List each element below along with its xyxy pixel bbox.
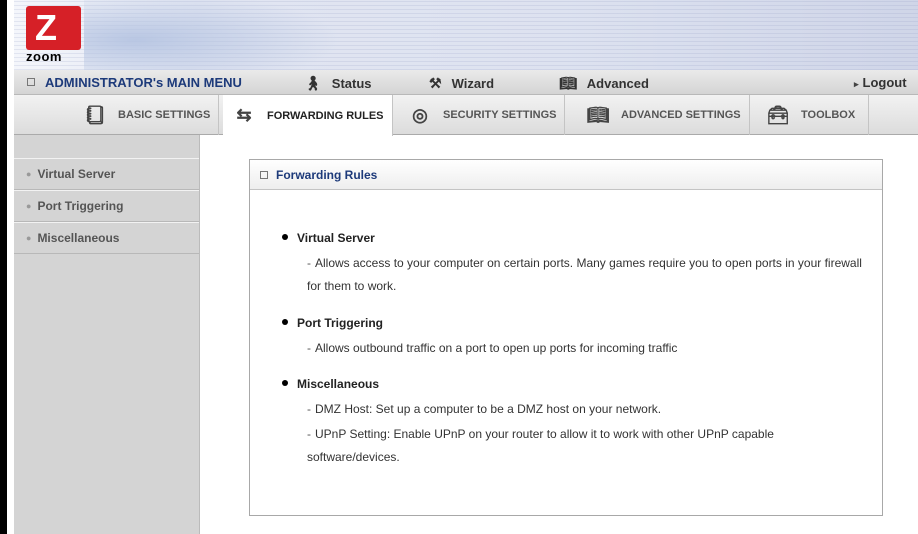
tab-label: BASIC SETTINGS [118, 109, 211, 121]
bullet-icon [282, 380, 288, 386]
advanced-label: Advanced [586, 76, 649, 91]
shield-icon: ◎ [412, 104, 428, 125]
section-title: Port Triggering [297, 316, 384, 330]
bullet-icon: ● [26, 233, 32, 243]
wizard-icon: ⚒ [429, 75, 442, 91]
logout-link[interactable]: ▸ Logout [854, 75, 907, 90]
panel-body: Virtual Server - Allows access to your co… [250, 191, 882, 515]
bullet-icon [282, 319, 288, 325]
logo-word: zoom [26, 49, 62, 64]
sidebar-item-label: Port Triggering [37, 199, 124, 213]
logo-badge: Z [26, 6, 81, 50]
description-line: DMZ Host: Set up a computer to be a DMZ … [315, 402, 662, 416]
forwarding-rules-panel: Forwarding Rules Virtual Server - Allows … [249, 159, 883, 516]
main-menubar: ADMINISTRATOR's MAIN MENU 🚶︎ Status ⚒ Wiza… [14, 70, 918, 95]
tab-advanced-settings[interactable]: 📖︎ ADVANCED SETTINGS [577, 95, 750, 135]
zoom-logo[interactable]: Z zoom [26, 6, 81, 64]
sidebar-item-miscellaneous[interactable]: ● Miscellaneous [14, 222, 199, 254]
sidebar-item-label: Virtual Server [37, 167, 116, 181]
arrows-icon: ⇆ [236, 105, 252, 125]
logout-label: Logout [862, 75, 907, 90]
status-label: Status [331, 76, 372, 91]
bullet-icon [282, 234, 288, 240]
book-icon: 📖︎ [559, 75, 577, 91]
wizard-label: Wizard [451, 76, 495, 91]
book-icon: 📖︎ [586, 104, 610, 125]
square-icon [27, 78, 35, 86]
router-admin-window: Z zoom ADMINISTRATOR's MAIN MENU 🚶︎ Statu… [0, 0, 918, 534]
tab-security-settings[interactable]: ◎ SECURITY SETTINGS [399, 95, 566, 135]
tab-forwarding-rules[interactable]: ⇆ FORWARDING RULES [223, 95, 393, 136]
advanced-link[interactable]: 📖︎ Advanced [559, 75, 649, 92]
sidebar-item-virtual-server[interactable]: ● Virtual Server [14, 158, 199, 190]
description-line: Allows access to your computer on certai… [307, 256, 862, 293]
section-description: - Allows outbound traffic on a port to op… [307, 341, 678, 355]
notebook-icon: 📒︎ [83, 104, 107, 125]
tab-toolbox[interactable]: 🧰︎ TOOLBOX [757, 95, 869, 135]
tab-basic-settings[interactable]: 📒︎ BASIC SETTINGS [74, 95, 220, 135]
sidebar-item-label: Miscellaneous [37, 231, 120, 245]
tab-label: FORWARDING RULES [267, 109, 384, 122]
header-banner: Z zoom [14, 0, 918, 70]
settings-tabbar: 📒︎ BASIC SETTINGS ⇆ FORWARDING RULES ◎ S… [14, 95, 918, 136]
wizard-link[interactable]: ⚒ Wizard [429, 75, 494, 92]
banner-swoosh [84, 0, 344, 70]
bullet-icon: ● [26, 201, 32, 211]
person-icon: 🚶︎ [304, 75, 322, 91]
section-title: Miscellaneous [297, 377, 380, 391]
sidebar: ● Virtual Server ● Port Triggering ● Miscel… [14, 135, 200, 534]
section-title: Virtual Server [297, 231, 375, 245]
logo-mark: Z [35, 7, 57, 48]
section-description: - UPnP Setting: Enable UPnP on your route… [307, 427, 774, 464]
panel-header: Forwarding Rules [250, 160, 882, 190]
main-menu-label: ADMINISTRATOR's MAIN MENU [45, 75, 242, 90]
description-line: UPnP Setting: Enable UPnP on your router… [307, 427, 774, 464]
toolbox-icon: 🧰︎ [766, 104, 790, 125]
section-virtual-server: Virtual Server [282, 231, 375, 245]
panel-title: Forwarding Rules [276, 167, 378, 182]
tab-label: SECURITY SETTINGS [443, 109, 557, 121]
tab-label: TOOLBOX [801, 109, 856, 121]
section-description: - DMZ Host: Set up a computer to be a DMZ… [307, 402, 662, 416]
sidebar-item-port-triggering[interactable]: ● Port Triggering [14, 190, 199, 222]
description-line: Allows outbound traffic on a port to ope… [315, 341, 678, 355]
status-link[interactable]: 🚶︎ Status [304, 75, 372, 92]
tab-label: ADVANCED SETTINGS [621, 109, 741, 121]
square-icon [260, 170, 268, 179]
section-miscellaneous: Miscellaneous [282, 377, 379, 391]
arrow-right-icon: ▸ [854, 79, 859, 89]
section-port-triggering: Port Triggering [282, 316, 383, 330]
main-menu-link[interactable]: ADMINISTRATOR's MAIN MENU [27, 75, 242, 90]
bullet-icon: ● [26, 169, 32, 179]
section-description: - Allows access to your computer on certa… [307, 256, 862, 293]
